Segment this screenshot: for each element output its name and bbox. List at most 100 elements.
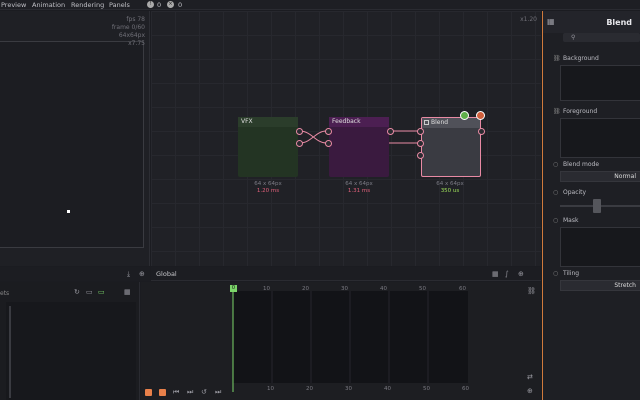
foreground-label: Foreground	[563, 108, 598, 115]
crosshair-icon[interactable]: ⊕	[527, 388, 533, 395]
error-icon[interactable]: ×	[167, 1, 174, 8]
zoom-stat: x7.75	[128, 40, 145, 47]
circle-icon[interactable]: ○	[553, 217, 558, 224]
tick-label: 50	[419, 286, 426, 292]
port-blend-in-1[interactable]	[417, 128, 424, 135]
search-icon: ⚲	[571, 34, 576, 41]
scrollbar[interactable]	[9, 306, 11, 398]
grid-view-icon[interactable]: ▦	[124, 289, 131, 296]
tick-label: 40	[384, 386, 391, 392]
assets-panel: ets ↻ ▭ ▭ ▦	[0, 282, 140, 400]
preview-panel[interactable]: fps 78 frame 0/60 64x64px x7.75	[0, 11, 150, 266]
mask-slot[interactable]	[560, 227, 640, 267]
node-time: 1.20 ms	[256, 188, 280, 194]
node-time: 350 us	[440, 188, 460, 194]
preview-pixel	[67, 210, 70, 213]
crosshair-icon[interactable]: ⊕	[518, 271, 524, 278]
assets-list[interactable]	[6, 302, 136, 400]
blend-mode-select[interactable]: Normal	[560, 171, 640, 182]
tick-label: 20	[306, 386, 313, 392]
port-vfx-out-1[interactable]	[296, 128, 303, 135]
preview-canvas[interactable]	[0, 41, 144, 248]
stop-button[interactable]	[145, 389, 152, 396]
end-icon[interactable]: ⏭	[215, 389, 221, 396]
grid-icon[interactable]: ▦	[492, 271, 499, 278]
port-feedback-in-2[interactable]	[325, 140, 332, 147]
foreground-slot[interactable]	[560, 118, 640, 158]
node-type-icon	[424, 120, 429, 125]
tick-label: 10	[267, 386, 274, 392]
node-title: VFX	[241, 118, 253, 125]
pause-button[interactable]	[159, 389, 166, 396]
grid-icon[interactable]: ▦	[547, 18, 555, 26]
menu-bar: Preview Animation Rendering Panels ! 0 ×…	[0, 0, 640, 10]
resolution-stat: 64x64px	[118, 32, 145, 39]
inspector-title: Blend	[606, 18, 632, 27]
port-blend-in-3[interactable]	[417, 152, 424, 159]
background-slot[interactable]	[560, 65, 640, 101]
tick-label: 30	[341, 286, 348, 292]
search-input[interactable]: ⚲	[563, 33, 640, 42]
node-size: 64 x 64px	[345, 181, 373, 187]
node-blend[interactable]: Blend	[421, 117, 481, 177]
mask-label: Mask	[563, 217, 579, 224]
errors-count: 0	[178, 1, 183, 9]
port-feedback-in-1[interactable]	[325, 128, 332, 135]
tick-label: 30	[345, 386, 352, 392]
crosshair-icon[interactable]: ⊕	[139, 271, 145, 278]
refresh-icon[interactable]: ↻	[74, 289, 80, 296]
menu-preview[interactable]: Preview	[1, 1, 26, 9]
folder-icon[interactable]: ▭	[86, 289, 93, 296]
timeline-panel[interactable]: 0 10 20 30 40 50 60 ⛓ ⏮ ⏭ ↺ ⏭ 10 20 30 4…	[141, 282, 541, 400]
assets-tab[interactable]: ets	[0, 290, 9, 297]
tick-label: 60	[459, 286, 466, 292]
circle-icon[interactable]: ○	[553, 189, 558, 196]
node-title: Blend	[431, 119, 449, 126]
tiling-label: Tiling	[563, 270, 580, 277]
link-icon[interactable]: ⛓	[553, 55, 561, 62]
link-icon[interactable]: ⛓	[553, 108, 561, 115]
new-folder-icon[interactable]: ▭	[98, 289, 105, 296]
background-label: Background	[563, 55, 599, 62]
loop-icon[interactable]: ↺	[201, 389, 207, 396]
node-size: 64 x 64px	[436, 181, 464, 187]
node-vfx[interactable]: VFX	[238, 117, 298, 177]
port-feedback-out[interactable]	[387, 128, 394, 135]
circle-icon[interactable]: ○	[553, 270, 558, 277]
curve-icon[interactable]: ∫	[505, 271, 509, 278]
opacity-slider-handle[interactable]	[593, 199, 601, 213]
node-title: Feedback	[332, 118, 361, 125]
tick-label: 10	[263, 286, 270, 292]
tick-label: 60	[462, 386, 469, 392]
link-icon[interactable]: ⛓	[527, 288, 536, 295]
node-time: 1.31 ms	[347, 188, 371, 194]
node-size: 64 x 64px	[254, 181, 282, 187]
prev-frame-icon[interactable]: ⏮	[173, 389, 179, 396]
port-blend-out[interactable]	[478, 128, 485, 135]
shuffle-icon[interactable]: ⇄	[527, 374, 533, 381]
port-vfx-out-2[interactable]	[296, 140, 303, 147]
circle-icon[interactable]: ○	[553, 161, 558, 168]
node-feedback[interactable]: Feedback	[329, 117, 389, 177]
node-graph[interactable]: x1.20 VFX 64 x 64px 1.20 ms Feedback 64 …	[151, 11, 541, 266]
tick-label: 40	[380, 286, 387, 292]
port-blend-in-2[interactable]	[417, 140, 424, 147]
tick-label: 20	[302, 286, 309, 292]
tab-global[interactable]: Global	[156, 270, 177, 278]
warning-icon[interactable]: !	[147, 1, 154, 8]
fps-stat: fps 78	[126, 16, 145, 23]
menu-rendering[interactable]: Rendering	[71, 1, 104, 9]
menu-panels[interactable]: Panels	[109, 1, 130, 9]
next-frame-icon[interactable]: ⏭	[187, 389, 193, 396]
inspector-panel: ▦ Blend ⚲ ⛓ Background ⛓ Foreground ○ Bl…	[542, 11, 640, 400]
tiling-select[interactable]: Stretch	[560, 280, 640, 291]
graph-toolbar: Global ▦ ∫ ⊕	[151, 267, 541, 281]
preview-toolbar: ⤓ ⊕	[0, 267, 150, 281]
menu-animation[interactable]: Animation	[32, 1, 65, 9]
preview-eye-icon[interactable]	[476, 111, 485, 120]
playhead-marker[interactable]: 0	[230, 285, 237, 292]
timeline-grid	[232, 291, 429, 392]
export-icon[interactable]: ⤓	[127, 271, 130, 278]
output-active-icon[interactable]	[460, 111, 469, 120]
opacity-label: Opacity	[563, 189, 587, 196]
